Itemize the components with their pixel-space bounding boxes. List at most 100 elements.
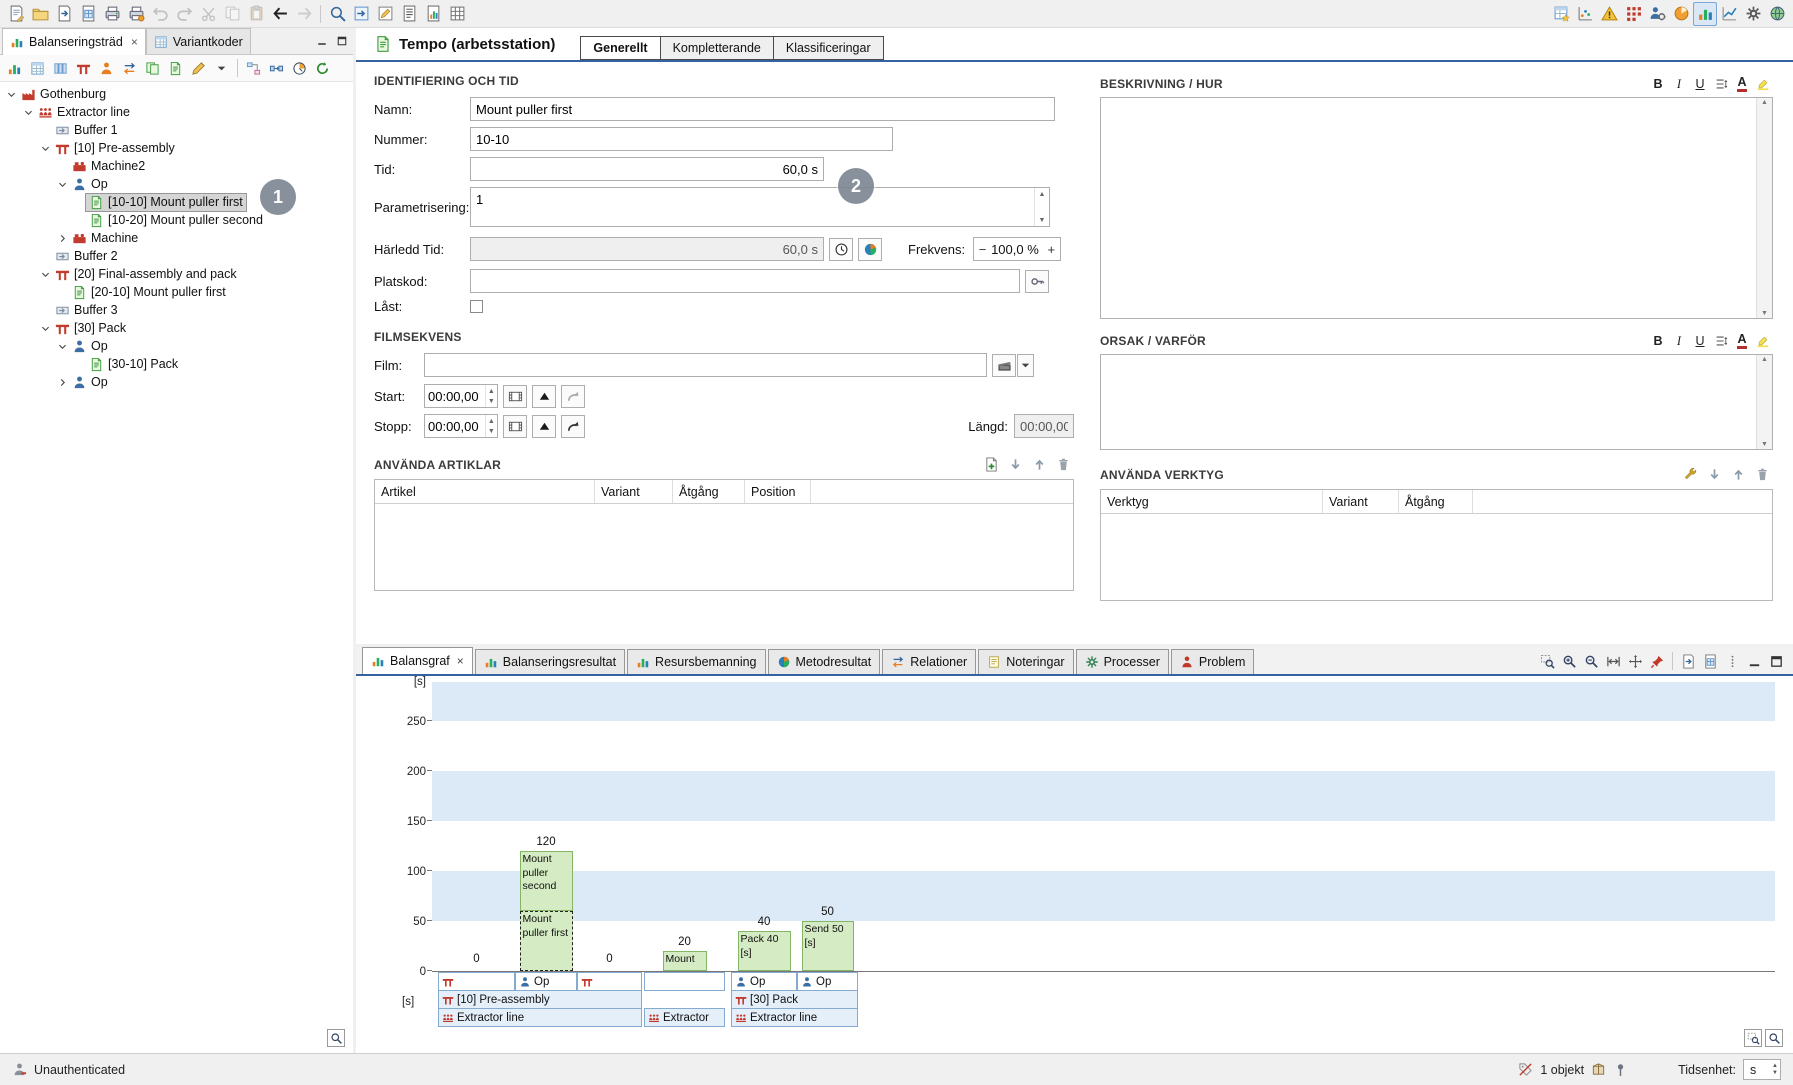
tid-input[interactable] (470, 157, 824, 181)
new-table-icon[interactable] (1549, 2, 1573, 26)
parametrisering-down-button[interactable]: ▼ (1035, 215, 1049, 225)
package-icon[interactable] (1591, 1062, 1606, 1077)
tab-balanseringsresultat[interactable]: Balanseringsresultat (475, 649, 625, 674)
settings-icon[interactable] (1741, 2, 1765, 26)
tree-item[interactable]: Op (0, 337, 353, 355)
time-recalc-button[interactable] (829, 238, 853, 261)
tree-item-content[interactable]: Machine (69, 230, 141, 247)
italic-button[interactable]: I (1669, 74, 1689, 94)
cut-icon[interactable] (196, 2, 220, 26)
last-checkbox[interactable] (470, 300, 483, 313)
tree-item[interactable]: Buffer 3 (0, 301, 353, 319)
filter-off-icon[interactable] (1518, 1062, 1533, 1077)
column-header[interactable]: Variant (595, 480, 673, 503)
axis-cell[interactable]: Extractor line (438, 1008, 642, 1027)
frekvens-decrease-button[interactable]: − (974, 238, 991, 260)
tab-klassificeringar[interactable]: Klassificeringar (773, 36, 884, 60)
tab-kompletterande[interactable]: Kompletterande (660, 36, 774, 60)
scatter-view-icon[interactable] (1573, 2, 1597, 26)
tree-item[interactable]: [10-20] Mount puller second (0, 211, 353, 229)
start-grab-frame-button[interactable] (503, 385, 527, 408)
tree-columns-icon[interactable] (49, 57, 72, 80)
axis-cell[interactable]: Extractor line (731, 1008, 858, 1027)
tree-item[interactable]: Op (0, 175, 353, 193)
line-chart-view-icon[interactable] (1717, 2, 1741, 26)
start-input[interactable]: ▲ ▼ (424, 384, 498, 408)
start-value[interactable] (425, 385, 485, 407)
tree-item-content[interactable]: [30-10] Pack (86, 356, 181, 373)
stopp-up-button[interactable]: ▲ (486, 416, 497, 426)
zoom-region-icon[interactable] (1536, 650, 1558, 672)
time-distribution-button[interactable] (858, 238, 882, 261)
orsak-textarea[interactable]: ▲▼ (1100, 354, 1773, 450)
line-spacing-button[interactable] (1711, 331, 1731, 351)
highlighter-button[interactable] (1753, 331, 1773, 351)
tree-item-content[interactable]: [10-20] Mount puller second (86, 212, 266, 229)
expander-icon[interactable] (21, 107, 35, 118)
start-up-button[interactable]: ▲ (486, 386, 497, 396)
tree-item-content[interactable]: [30] Pack (52, 320, 129, 337)
fit-width-icon[interactable] (1602, 650, 1624, 672)
pan-icon[interactable] (1624, 650, 1646, 672)
expander-icon[interactable] (4, 89, 18, 100)
chart-zoom-button[interactable] (1765, 1029, 1783, 1047)
expander-icon[interactable] (38, 269, 52, 280)
platskod-picker-button[interactable] (1025, 270, 1049, 293)
export-document-icon[interactable] (52, 2, 76, 26)
add-artikel-button[interactable] (981, 454, 1002, 475)
tree-resource-icon[interactable] (95, 57, 118, 80)
forward-icon[interactable] (292, 2, 316, 26)
film-input[interactable] (424, 353, 987, 377)
paste-icon[interactable] (244, 2, 268, 26)
grid-icon[interactable] (445, 2, 469, 26)
underline-button[interactable]: U (1690, 331, 1710, 351)
bold-button[interactable]: B (1648, 74, 1668, 94)
column-header[interactable]: Verktyg (1101, 490, 1323, 513)
artikel-move-up-button[interactable] (1029, 454, 1050, 475)
tree-item[interactable]: [20-10] Mount puller first (0, 283, 353, 301)
axis-cell[interactable]: Op (731, 972, 797, 991)
minimize-panel-icon[interactable] (1743, 650, 1765, 672)
tree-refresh-icon[interactable] (311, 57, 334, 80)
tree-item[interactable]: [10-10] Mount puller first (0, 193, 353, 211)
nummer-input[interactable] (470, 127, 893, 151)
zoom-in-icon[interactable] (1558, 650, 1580, 672)
balance-graph-view-icon[interactable] (1693, 2, 1717, 26)
new-document-icon[interactable] (4, 2, 28, 26)
tree-item[interactable]: Buffer 2 (0, 247, 353, 265)
verktyg-move-up-button[interactable] (1728, 464, 1749, 485)
tree-item[interactable]: Gothenburg (0, 85, 353, 103)
tree-item-content[interactable]: Gothenburg (18, 86, 109, 103)
tab-balanseringsträd[interactable]: Balanseringsträd× (2, 28, 146, 55)
copy-icon[interactable] (220, 2, 244, 26)
tree-item[interactable]: Machine2 (0, 157, 353, 175)
tree-time-icon[interactable] (288, 57, 311, 80)
spinner-arrows-icon[interactable]: ▲▼ (1772, 1063, 1780, 1076)
handle-icon[interactable] (1721, 650, 1743, 672)
tree-item[interactable]: Machine (0, 229, 353, 247)
export-view-icon[interactable] (1677, 650, 1699, 672)
redo-icon[interactable] (172, 2, 196, 26)
tree-chart-icon[interactable] (3, 57, 26, 80)
open-icon[interactable] (28, 2, 52, 26)
tab-balansgraf[interactable]: Balansgraf× (362, 647, 473, 674)
expander-icon[interactable] (55, 341, 69, 352)
axis-cell[interactable]: Op (797, 972, 858, 991)
beskrivning-textarea[interactable]: ▲▼ (1100, 97, 1773, 319)
add-verktyg-button[interactable] (1680, 464, 1701, 485)
tree-item-content[interactable]: Extractor line (35, 104, 133, 121)
stopp-set-marker-button[interactable] (532, 415, 556, 438)
parametrisering-up-button[interactable]: ▲ (1035, 189, 1049, 199)
tree-item[interactable]: Op (0, 373, 353, 391)
tree-edit-icon[interactable] (187, 57, 210, 80)
tab-variantkoder[interactable]: Variantkoder (146, 28, 251, 54)
tree-item-content[interactable]: Op (69, 338, 111, 355)
column-header[interactable]: Åtgång (1399, 490, 1473, 513)
pin-icon[interactable] (1613, 1062, 1628, 1077)
start-set-marker-button[interactable] (532, 385, 556, 408)
tree-item[interactable]: [10] Pre-assembly (0, 139, 353, 157)
expander-icon[interactable] (55, 377, 69, 388)
tab-noteringar[interactable]: Noteringar (978, 649, 1073, 674)
tree-item[interactable]: [30] Pack (0, 319, 353, 337)
matrix-view-icon[interactable] (1621, 2, 1645, 26)
